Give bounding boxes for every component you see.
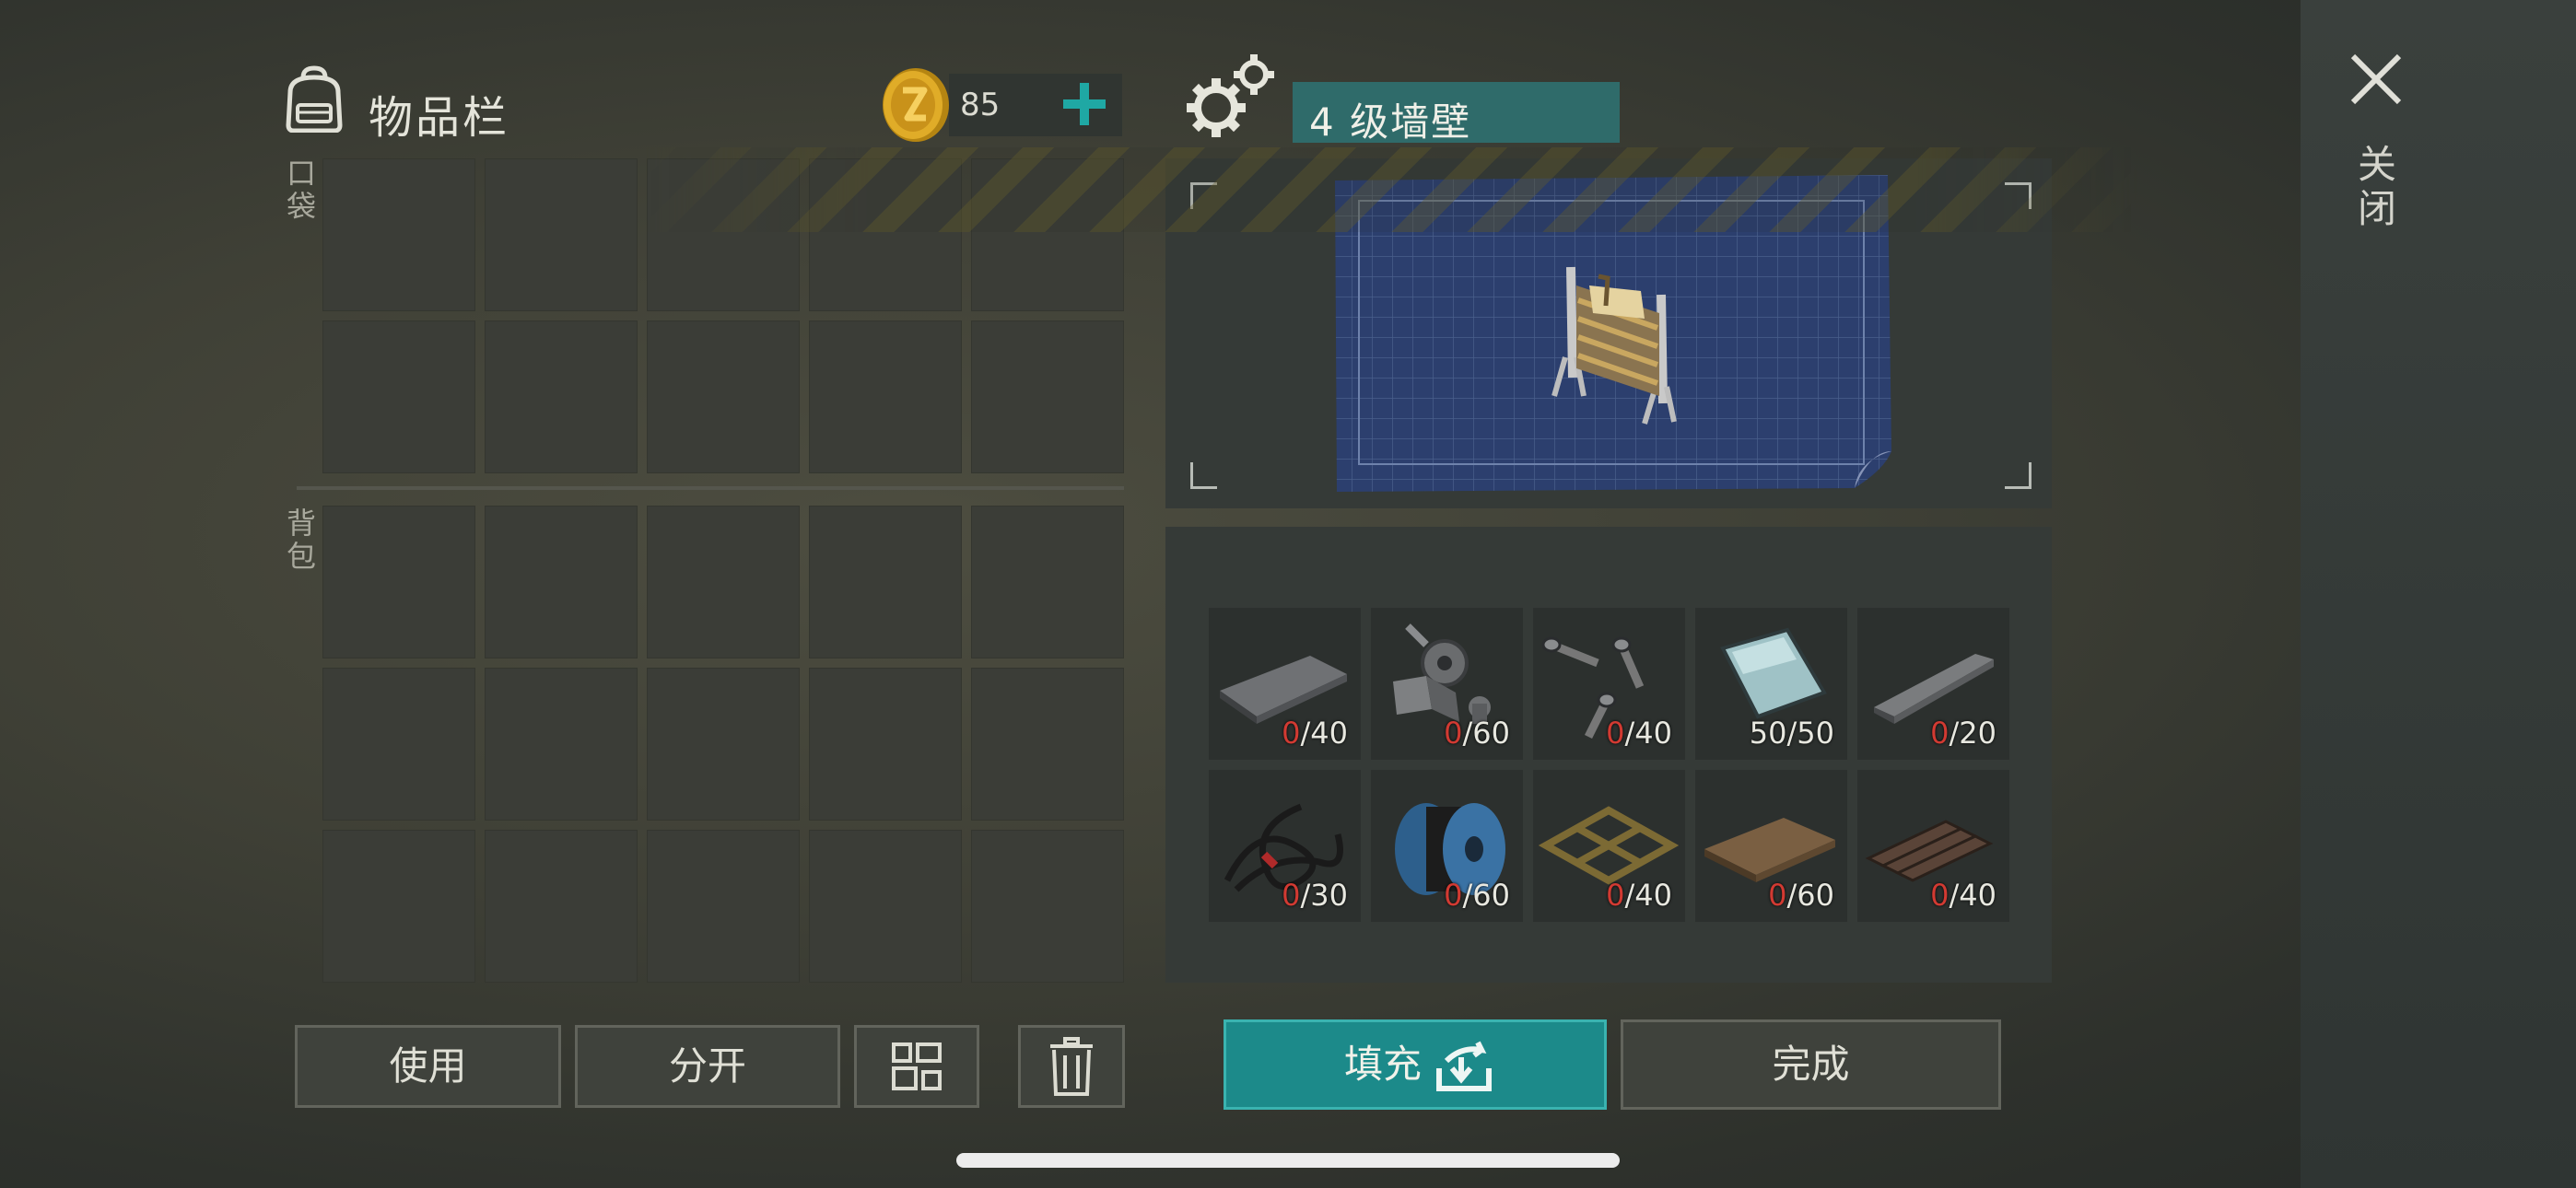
use-button[interactable]: 使用 <box>295 1025 561 1108</box>
backpack-slot[interactable] <box>322 506 475 658</box>
material-slot[interactable]: 0/60 <box>1371 770 1523 922</box>
recipe-name: 4 级墙壁 <box>1309 99 1472 145</box>
backpack-slot[interactable] <box>322 668 475 821</box>
material-count: 0/20 <box>1930 716 1996 751</box>
backpack-slot[interactable] <box>647 506 800 658</box>
pocket-slot[interactable] <box>485 320 638 473</box>
backpack-slot[interactable] <box>809 830 962 983</box>
backpack-icon <box>286 65 343 133</box>
done-button[interactable]: 完成 <box>1621 1019 2001 1110</box>
material-count: 0/60 <box>1444 716 1510 751</box>
split-button[interactable]: 分开 <box>575 1025 840 1108</box>
currency-count: 85 <box>960 87 1001 123</box>
hazard-stripe-decoration <box>645 147 2137 232</box>
material-slot[interactable]: 0/40 <box>1533 608 1685 760</box>
sort-grid-icon <box>892 1042 942 1090</box>
close-icon[interactable] <box>2348 51 2405 108</box>
home-indicator[interactable] <box>956 1153 1620 1168</box>
material-count: 0/40 <box>1606 716 1672 751</box>
section-divider <box>297 486 1124 490</box>
pocket-slot[interactable] <box>809 320 962 473</box>
material-slot[interactable]: 0/40 <box>1533 770 1685 922</box>
backpack-slot[interactable] <box>809 506 962 658</box>
material-count: 0/40 <box>1930 878 1996 913</box>
pocket-label: 口袋 <box>286 156 316 224</box>
fill-label: 填充 <box>1343 1042 1422 1087</box>
backpack-slot[interactable] <box>647 830 800 983</box>
inventory-title: 物品栏 <box>369 92 510 144</box>
pocket-slot[interactable] <box>971 320 1124 473</box>
material-count: 0/30 <box>1282 878 1348 913</box>
recipe-name-box: 4 级墙壁 <box>1293 82 1620 145</box>
add-currency-button[interactable] <box>1058 77 1111 131</box>
material-slot[interactable]: 50/50 <box>1695 608 1847 760</box>
backpack-slot[interactable] <box>971 506 1124 658</box>
fill-icon <box>1436 1041 1492 1091</box>
sort-button[interactable] <box>854 1025 979 1108</box>
backpack-slot[interactable] <box>971 830 1124 983</box>
close-label[interactable]: 关闭 <box>2357 143 2397 231</box>
frame-corner <box>2005 462 2032 489</box>
material-count: 50/50 <box>1749 716 1834 751</box>
backpack-slot[interactable] <box>322 830 475 983</box>
material-slot[interactable]: 0/60 <box>1695 770 1847 922</box>
material-slot[interactable]: 0/60 <box>1371 608 1523 760</box>
pocket-slot[interactable] <box>322 320 475 473</box>
fill-button[interactable]: 填充 <box>1224 1019 1607 1110</box>
material-slot[interactable]: 0/40 <box>1209 608 1361 760</box>
material-count: 0/60 <box>1768 878 1834 913</box>
backpack-slot[interactable] <box>485 830 638 983</box>
backpack-slot[interactable] <box>485 506 638 658</box>
backpack-label: 背包 <box>286 506 316 574</box>
pocket-slot[interactable] <box>647 320 800 473</box>
coin-icon <box>883 68 949 142</box>
material-count: 0/60 <box>1444 878 1510 913</box>
materials-grid: 0/40 0/60 0/40 50/50 0/20 0/30 0/60 0/40… <box>1209 608 2009 922</box>
backpack-slot[interactable] <box>971 668 1124 821</box>
backpack-slot[interactable] <box>809 668 962 821</box>
gears-icon <box>1187 54 1274 137</box>
frame-corner <box>1190 462 1217 489</box>
pocket-slot[interactable] <box>485 158 638 311</box>
pocket-slot[interactable] <box>322 158 475 311</box>
material-slot[interactable]: 0/20 <box>1857 608 2009 760</box>
backpack-slot[interactable] <box>485 668 638 821</box>
material-slot[interactable]: 0/40 <box>1857 770 2009 922</box>
material-slot[interactable]: 0/30 <box>1209 770 1361 922</box>
material-count: 0/40 <box>1282 716 1348 751</box>
trash-icon <box>1050 1037 1093 1096</box>
material-count: 0/40 <box>1606 878 1672 913</box>
right-side-panel <box>2301 0 2576 1188</box>
backpack-grid <box>322 506 1124 983</box>
backpack-slot[interactable] <box>647 668 800 821</box>
delete-button[interactable] <box>1018 1025 1125 1108</box>
